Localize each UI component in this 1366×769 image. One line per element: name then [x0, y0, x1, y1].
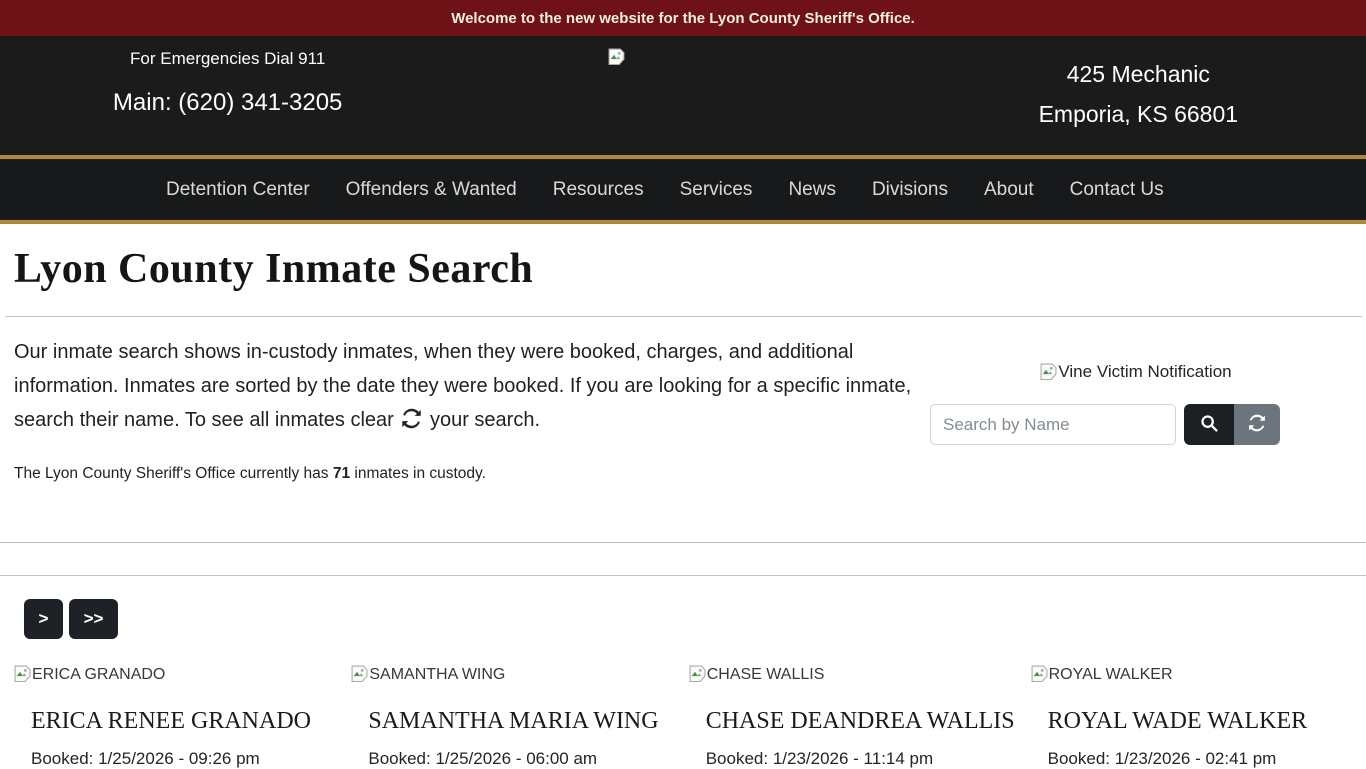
refresh-icon — [1248, 414, 1266, 435]
inmate-photo-broken-image: ROYAL WALKER — [1031, 665, 1352, 687]
broken-image-icon — [608, 48, 625, 70]
inmate-card[interactable]: SAMANTHA WING SAMANTHA MARIA WING Booked… — [351, 665, 672, 769]
section-divider-top — [0, 542, 1366, 543]
inmate-booked-date: Booked: 1/25/2026 - 09:26 pm — [31, 749, 260, 768]
broken-image-icon — [689, 665, 706, 687]
inmate-name: CHASE DEANDREA WALLIS — [705, 708, 1015, 734]
welcome-banner-text: Welcome to the new website for the Lyon … — [451, 10, 915, 27]
page-title: Lyon County Inmate Search — [14, 246, 534, 292]
inmate-photo-alt: CHASE WALLIS — [706, 666, 825, 683]
last-page-button[interactable]: >> — [69, 599, 118, 639]
inmate-photo-broken-image: CHASE WALLIS — [689, 665, 1015, 687]
search-button[interactable] — [1184, 404, 1234, 445]
intro-paragraph: Our inmate search shows in-custody inmat… — [14, 335, 920, 440]
inmate-card[interactable]: ROYAL WALKER ROYAL WADE WALKER Booked: 1… — [1031, 665, 1352, 769]
inmate-card-grid: ERICA GRANADO ERICA RENEE GRANADO Booked… — [0, 665, 1366, 769]
broken-image-icon — [14, 665, 31, 687]
welcome-banner: Welcome to the new website for the Lyon … — [0, 0, 1366, 36]
main-phone-number: Main: (620) 341-3205 — [112, 89, 343, 116]
nav-item-resources[interactable]: Resources — [535, 179, 662, 201]
nav-item-services[interactable]: Services — [662, 179, 771, 201]
custody-text-after: inmates in custody. — [350, 465, 486, 482]
title-divider — [5, 316, 1362, 317]
pagination: > >> — [24, 599, 1366, 639]
header-address-block: 425 Mechanic Emporia, KS 66801 — [911, 36, 1366, 155]
site-logo-image — [608, 48, 758, 70]
inmate-name: ERICA RENEE GRANADO — [31, 708, 311, 734]
main-navbar: Detention Center Offenders & Wanted Reso… — [0, 155, 1366, 224]
address-line-2: Emporia, KS 66801 — [1038, 101, 1239, 127]
inmate-booked-date: Booked: 1/25/2026 - 06:00 am — [368, 749, 598, 768]
nav-item-divisions[interactable]: Divisions — [854, 179, 966, 201]
search-icon — [1200, 414, 1218, 435]
nav-item-offenders-wanted[interactable]: Offenders & Wanted — [328, 179, 535, 201]
refresh-button[interactable] — [1234, 404, 1280, 445]
clear-search-refresh-icon[interactable] — [401, 406, 422, 440]
broken-image-icon — [1031, 665, 1048, 687]
intro-text-after: your search. — [429, 409, 541, 431]
inmate-name: ROYAL WADE WALKER — [1047, 708, 1308, 734]
custody-count: 71 — [332, 465, 351, 482]
vine-victim-notification-link[interactable]: Vine Victim Notification — [920, 362, 1352, 385]
nav-item-detention-center[interactable]: Detention Center — [148, 179, 328, 201]
inmate-photo-broken-image: SAMANTHA WING — [351, 665, 672, 687]
broken-image-icon — [1040, 363, 1057, 385]
inmate-photo-alt: ROYAL WALKER — [1048, 666, 1173, 683]
nav-item-news[interactable]: News — [770, 179, 854, 201]
inmate-booked-date: Booked: 1/23/2026 - 02:41 pm — [1047, 749, 1277, 768]
inmate-photo-broken-image: ERICA GRANADO — [14, 665, 335, 687]
search-button-group — [1184, 404, 1280, 445]
search-column: Vine Victim Notification — [920, 335, 1352, 483]
next-page-button[interactable]: > — [24, 599, 63, 639]
header-contact-block: For Emergencies Dial 911 Main: (620) 341… — [0, 36, 455, 155]
custody-text-before: The Lyon County Sheriff's Office current… — [14, 465, 333, 482]
inmate-photo-alt: ERICA GRANADO — [32, 666, 166, 683]
search-input[interactable] — [930, 404, 1176, 445]
nav-item-about[interactable]: About — [966, 179, 1052, 201]
custody-count-line: The Lyon County Sheriff's Office current… — [14, 465, 920, 483]
header-logo-block — [455, 36, 910, 155]
intro-column: Our inmate search shows in-custody inmat… — [14, 335, 920, 483]
emergency-text: For Emergencies Dial 911 — [130, 49, 326, 68]
broken-image-icon — [351, 665, 368, 687]
inmate-booked-date: Booked: 1/23/2026 - 11:14 pm — [705, 749, 934, 768]
main-content: Lyon County Inmate Search Our inmate sea… — [0, 245, 1366, 483]
nav-item-contact-us[interactable]: Contact Us — [1052, 179, 1182, 201]
address-line-1: 425 Mechanic — [1066, 61, 1210, 87]
inmate-card[interactable]: ERICA GRANADO ERICA RENEE GRANADO Booked… — [14, 665, 335, 769]
inmate-photo-alt: SAMANTHA WING — [369, 666, 506, 683]
inmate-name: SAMANTHA MARIA WING — [368, 708, 659, 734]
vine-alt-text: Vine Victim Notification — [1058, 362, 1232, 381]
site-header: For Emergencies Dial 911 Main: (620) 341… — [0, 36, 1366, 155]
section-divider-bottom — [0, 575, 1366, 576]
inmate-card[interactable]: CHASE WALLIS CHASE DEANDREA WALLIS Booke… — [689, 665, 1015, 769]
